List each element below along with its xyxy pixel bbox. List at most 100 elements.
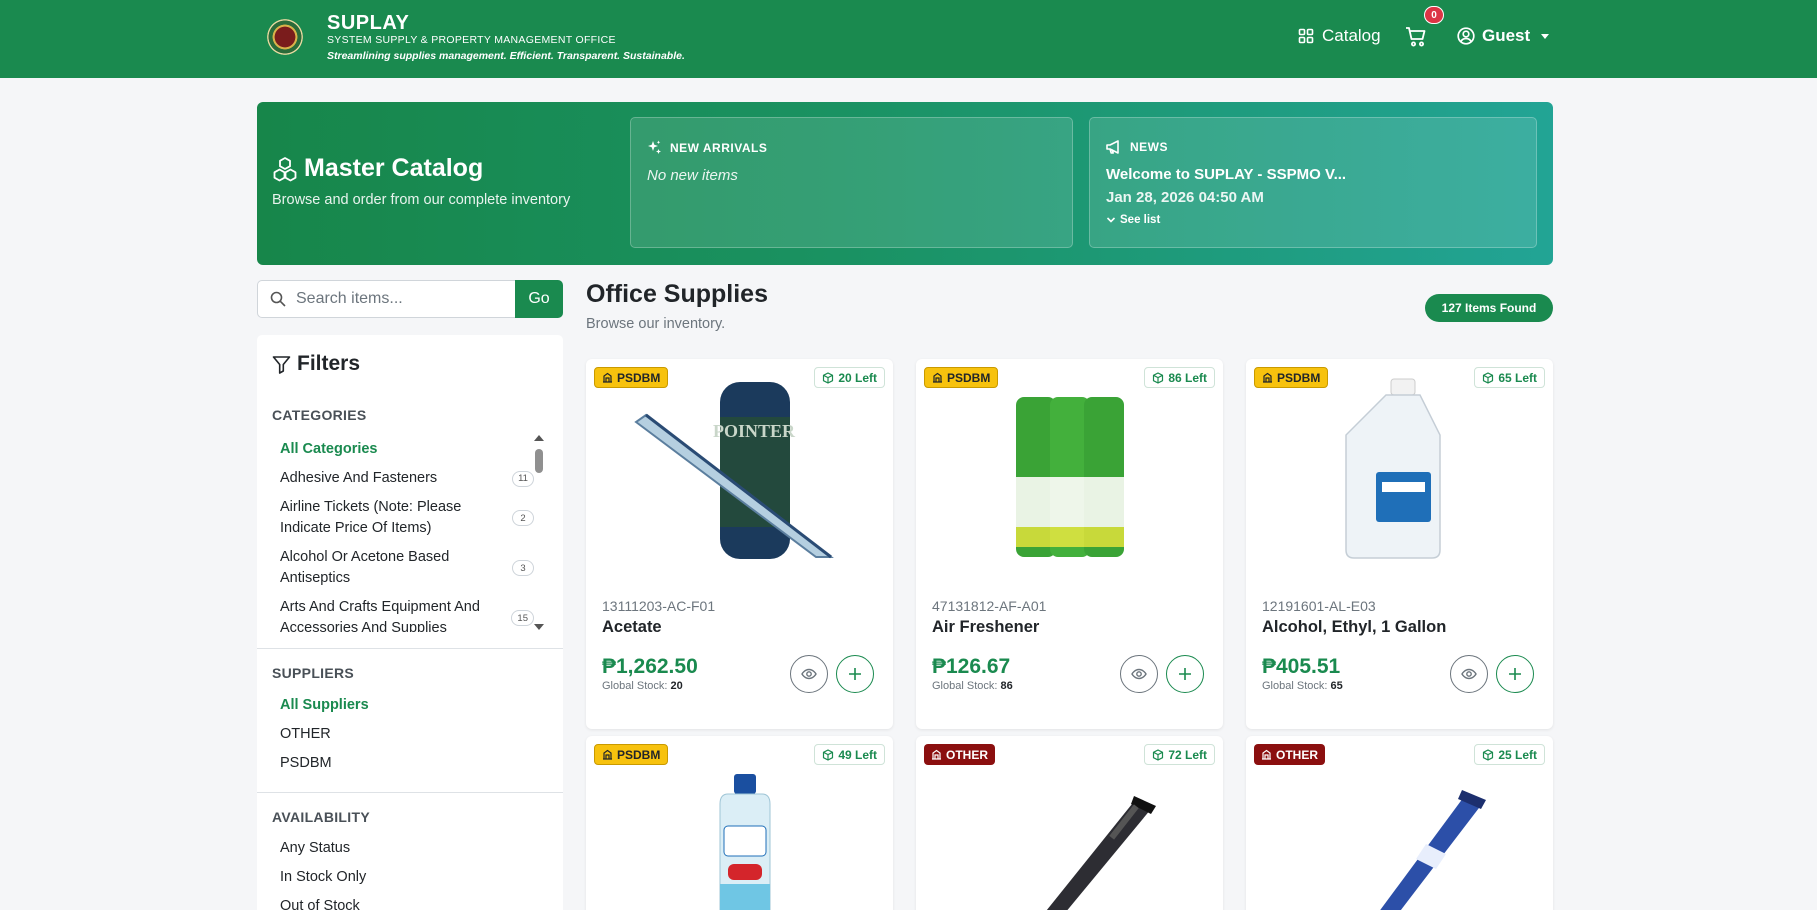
category-label: Airline Tickets (Note: Please Indicate P…: [280, 499, 462, 536]
supplier-option-other[interactable]: OTHER: [280, 726, 331, 742]
category-count-badge: 11: [512, 470, 534, 487]
category-item[interactable]: Arts And Crafts Equipment And Accessorie…: [272, 593, 542, 632]
plus-icon: [1179, 668, 1191, 680]
news-item-date: Jan 28, 2026 04:50 AM: [1106, 189, 1264, 206]
category-item[interactable]: Adhesive And Fasteners 11: [272, 464, 542, 493]
product-card[interactable]: PSDBM 20 Left POINTER 13111203-AC-F01 Ac…: [586, 359, 893, 729]
availability-option-in-stock[interactable]: In Stock Only: [280, 869, 366, 885]
scroll-down-arrow-icon[interactable]: [534, 624, 544, 630]
availability-option-out-of-stock[interactable]: Out of Stock: [280, 898, 360, 910]
category-item[interactable]: Airline Tickets (Note: Please Indicate P…: [272, 493, 542, 543]
megaphone-icon: [1106, 140, 1119, 154]
product-card[interactable]: PSDBM 65 Left 12191601-AL-E03 Alcohol, E…: [1246, 359, 1553, 729]
product-price: ₱126.67: [932, 655, 1011, 678]
alcohol-bottle-product-image: [719, 774, 771, 910]
category-label: Alcohol Or Acetone Based Antiseptics: [280, 549, 450, 586]
global-stock-label: Global Stock:: [1262, 680, 1328, 692]
new-arrivals-empty-text: No new items: [647, 167, 738, 184]
filters-title-row: Filters: [272, 352, 360, 376]
brand-title[interactable]: SUPLAY: [327, 12, 409, 35]
scroll-up-arrow-icon[interactable]: [534, 435, 544, 441]
new-arrivals-heading-row: NEW ARRIVALS: [647, 140, 767, 155]
user-menu-dropdown[interactable]: Guest: [1457, 26, 1550, 46]
availability-option-any[interactable]: Any Status: [280, 840, 350, 856]
product-card[interactable]: PSDBM 86 Left 47131812-AF-A01 Air Freshe…: [916, 359, 1223, 729]
search-go-button[interactable]: Go: [515, 280, 563, 318]
category-count-badge: 15: [511, 610, 534, 626]
product-name[interactable]: Alcohol, Ethyl, 1 Gallon: [1262, 618, 1446, 637]
blue-pen-product-image: [1380, 790, 1486, 910]
categories-list[interactable]: All Categories Adhesive And Fasteners 11…: [272, 435, 542, 632]
eye-icon: [1461, 668, 1477, 680]
product-code: 47131812-AF-A01: [932, 598, 1047, 614]
hero-banner: Master Catalog Browse and order from our…: [257, 102, 1553, 265]
product-code: 12191601-AL-E03: [1262, 598, 1376, 614]
page-subtitle: Browse our inventory.: [586, 316, 726, 332]
chevron-down-icon: [1541, 33, 1550, 39]
product-card[interactable]: OTHER 72 Left: [916, 736, 1223, 910]
search-box: [257, 280, 515, 318]
category-count-badge: 2: [512, 510, 534, 526]
boxes-icon: [273, 156, 297, 181]
acetate-roll-label: POINTER: [713, 421, 796, 441]
news-heading-row: NEWS: [1106, 140, 1168, 154]
global-stock-value: 86: [1000, 680, 1013, 692]
category-item-all[interactable]: All Categories: [272, 435, 542, 464]
add-to-cart-button[interactable]: [1166, 655, 1204, 693]
global-stock-value: 65: [1330, 680, 1343, 692]
categories-scrollbar[interactable]: [534, 435, 544, 630]
product-name[interactable]: Acetate: [602, 618, 662, 637]
news-panel: NEWS Welcome to SUPLAY - SSPMO V... Jan …: [1089, 117, 1537, 248]
building-icon: [933, 372, 942, 383]
chevron-down-icon: [1106, 217, 1116, 223]
category-label: Arts And Crafts Equipment And Accessorie…: [280, 599, 480, 632]
add-to-cart-button[interactable]: [1496, 655, 1534, 693]
hero-title: Master Catalog: [304, 154, 484, 182]
news-item-title[interactable]: Welcome to SUPLAY - SSPMO V...: [1106, 166, 1346, 183]
building-icon: [603, 372, 612, 383]
global-stock: Global Stock: 86: [932, 680, 1013, 692]
nav-catalog-link[interactable]: Catalog: [1298, 26, 1381, 46]
plus-icon: [1509, 668, 1521, 680]
product-name[interactable]: Air Freshener: [932, 618, 1039, 637]
supplier-option-all[interactable]: All Suppliers: [280, 697, 369, 713]
supplier-option-psdbm[interactable]: PSDBM: [280, 755, 332, 771]
news-see-list-toggle[interactable]: See list: [1106, 214, 1160, 226]
product-card[interactable]: PSDBM 49 Left: [586, 736, 893, 910]
black-pen-product-image: [1046, 796, 1156, 910]
filters-title: Filters: [297, 352, 361, 375]
category-item[interactable]: Alcohol Or Acetone Based Antiseptics 3: [272, 543, 542, 593]
global-stock: Global Stock: 20: [602, 680, 683, 692]
global-stock-label: Global Stock:: [602, 680, 668, 692]
categories-heading: CATEGORIES: [272, 407, 367, 423]
sparkles-icon: [648, 140, 661, 154]
product-card[interactable]: OTHER 25 Left: [1246, 736, 1553, 910]
view-product-button[interactable]: [1120, 655, 1158, 693]
search-bar: Go: [257, 280, 563, 318]
global-stock: Global Stock: 65: [1262, 680, 1343, 692]
filters-sidebar: Filters CATEGORIES All Categories Adhesi…: [257, 335, 563, 910]
cart-count-badge: 0: [1424, 6, 1444, 24]
view-product-button[interactable]: [790, 655, 828, 693]
availability-heading: AVAILABILITY: [272, 809, 370, 825]
building-icon: [603, 749, 612, 760]
suppliers-heading: SUPPLIERS: [272, 665, 355, 681]
brand-subtitle: SYSTEM SUPPLY & PROPERTY MANAGEMENT OFFI…: [327, 34, 616, 46]
page-title: Office Supplies: [586, 280, 768, 308]
search-input[interactable]: [296, 290, 496, 308]
scrollbar-thumb[interactable]: [535, 449, 543, 473]
category-label: Adhesive And Fasteners: [280, 470, 438, 486]
cart-button[interactable]: [1405, 26, 1429, 50]
product-price: ₱1,262.50: [602, 655, 698, 678]
product-price: ₱405.51: [1262, 655, 1341, 678]
view-product-button[interactable]: [1450, 655, 1488, 693]
user-circle-icon: [1457, 27, 1475, 45]
university-seal-logo[interactable]: [261, 13, 309, 61]
global-stock-value: 20: [670, 680, 683, 692]
user-name-label: Guest: [1482, 26, 1531, 45]
grid-icon: [1298, 28, 1314, 44]
alcohol-gallon-product-image: [1345, 378, 1441, 559]
building-icon: [932, 749, 941, 760]
building-icon: [1263, 372, 1272, 383]
add-to-cart-button[interactable]: [836, 655, 874, 693]
